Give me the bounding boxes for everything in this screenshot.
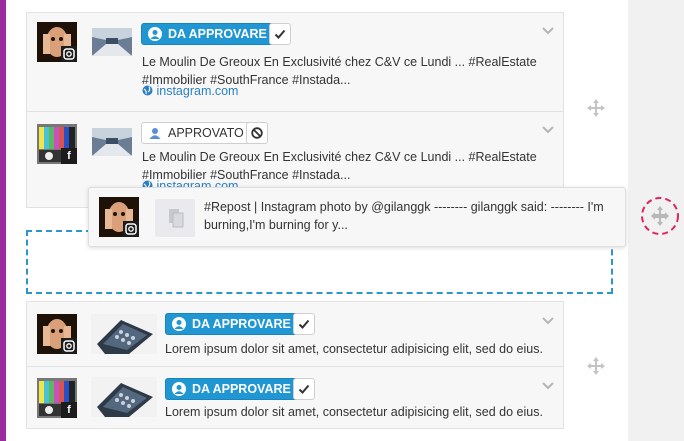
status-badge[interactable]: APPROVATO	[141, 122, 252, 144]
post-text: Lorem ipsum dolor sit amet, consectetur …	[165, 342, 543, 356]
post-link[interactable]: instagram.com	[142, 84, 238, 98]
post-row[interactable]: f DA APPROVARE Lorem ipsum dolor sit ame…	[27, 366, 563, 431]
post-thumbnail[interactable]	[91, 314, 157, 354]
instagram-icon	[61, 46, 77, 62]
globe-icon	[142, 85, 153, 96]
group-indicator-bar	[0, 0, 6, 441]
status-badge[interactable]: DA APPROVARE	[165, 378, 299, 400]
reject-button[interactable]	[246, 122, 268, 144]
status-label: DA APPROVARE	[192, 317, 291, 331]
post-thumbnail[interactable]	[91, 377, 157, 417]
status-label: APPROVATO	[168, 126, 244, 140]
post-row[interactable]: DA APPROVARE Lorem ipsum dolor sit amet,…	[27, 302, 563, 366]
image-placeholder-icon	[169, 209, 184, 228]
post-group-1: DA APPROVARE Le Moulin De Greoux En Excl…	[26, 12, 564, 208]
facebook-icon: f	[61, 402, 77, 418]
user-icon	[171, 316, 187, 332]
drag-target-indicator[interactable]	[640, 196, 680, 236]
status-badge[interactable]: DA APPROVARE	[165, 313, 299, 335]
chevron-down-icon[interactable]	[541, 316, 555, 326]
dragged-post[interactable]: #Repost | Instagram photo by @gilanggk -…	[88, 187, 626, 247]
avatar	[37, 22, 77, 62]
instagram-icon	[61, 338, 77, 354]
post-text: Lorem ipsum dolor sit amet, consectetur …	[165, 405, 543, 419]
instagram-icon	[123, 221, 139, 237]
status-label: DA APPROVARE	[192, 382, 291, 396]
check-icon	[298, 319, 310, 329]
facebook-icon: f	[61, 148, 77, 164]
check-icon	[274, 29, 286, 39]
post-thumbnail[interactable]	[92, 128, 132, 156]
check-icon	[298, 384, 310, 394]
chevron-down-icon[interactable]	[541, 26, 555, 36]
move-handle-icon[interactable]	[586, 98, 606, 118]
post-row[interactable]: DA APPROVARE Le Moulin De Greoux En Excl…	[27, 13, 563, 111]
avatar: f	[37, 378, 77, 418]
status-badge[interactable]: DA APPROVARE	[141, 23, 275, 45]
avatar	[99, 197, 139, 237]
post-thumbnail[interactable]	[92, 28, 132, 56]
chevron-down-icon[interactable]	[541, 125, 555, 135]
move-handle-icon[interactable]	[586, 356, 606, 376]
image-placeholder	[155, 199, 195, 237]
avatar	[37, 314, 77, 354]
status-label: DA APPROVARE	[168, 27, 267, 41]
move-handle-icon	[651, 206, 669, 226]
user-icon	[147, 125, 163, 141]
user-icon	[147, 26, 163, 42]
approve-button[interactable]	[269, 23, 291, 45]
chevron-down-icon[interactable]	[541, 381, 555, 391]
post-group-2: DA APPROVARE Lorem ipsum dolor sit amet,…	[26, 301, 564, 429]
approve-button[interactable]	[293, 313, 315, 335]
approve-button[interactable]	[293, 378, 315, 400]
post-text: #Repost | Instagram photo by @gilanggk -…	[204, 200, 604, 232]
ban-icon	[251, 127, 263, 139]
user-icon	[171, 381, 187, 397]
avatar: f	[37, 124, 77, 164]
